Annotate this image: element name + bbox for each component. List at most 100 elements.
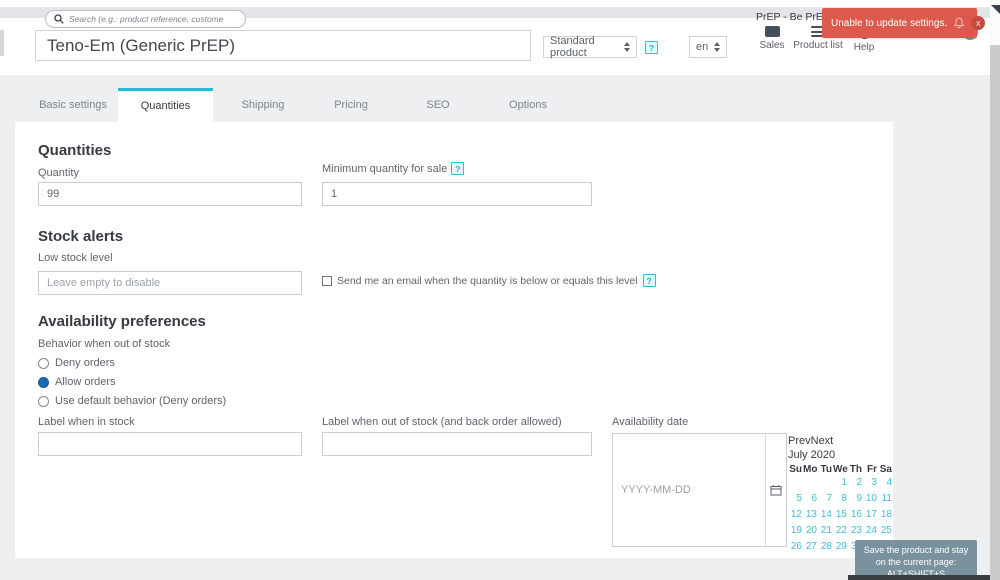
calendar-day[interactable]: 24 <box>863 523 878 539</box>
calendar-day[interactable]: 5 <box>788 491 803 507</box>
select-arrows-icon <box>714 42 720 52</box>
product-name-field[interactable]: Teno-Em (Generic PrEP) <box>35 30 531 61</box>
email-alert-checkbox[interactable] <box>322 275 332 286</box>
calendar-day[interactable]: 18 <box>878 507 893 523</box>
calendar-day[interactable]: 13 <box>803 507 818 523</box>
calendar-day[interactable]: 1 <box>833 475 848 491</box>
calendar-day-header: Th <box>849 464 862 475</box>
tab-basic-settings[interactable]: Basic settings <box>28 88 118 122</box>
toast-close-icon[interactable]: x <box>971 16 986 30</box>
tab-options[interactable]: Options <box>487 88 569 122</box>
calendar-day[interactable]: 2 <box>848 475 863 491</box>
quantity-input[interactable] <box>38 182 302 206</box>
calendar-day[interactable]: 27 <box>803 539 818 555</box>
datepicker-nav: PrevNext <box>788 435 895 447</box>
calendar-day[interactable]: 29 <box>833 539 848 555</box>
calendar-day[interactable]: 10 <box>863 491 878 507</box>
product-tabs: Basic settings Quantities Shipping Prici… <box>28 88 569 122</box>
calendar-day-header: Fr <box>867 464 877 475</box>
error-toast: Unable to update settings. x <box>822 8 986 38</box>
tab-quantities[interactable]: Quantities <box>118 88 213 122</box>
radio-label: Allow orders <box>55 376 116 388</box>
scrollbar-thumb[interactable] <box>990 45 1000 580</box>
calendar-day[interactable]: 14 <box>818 507 833 523</box>
radio-default-behavior[interactable]: Use default behavior (Deny orders) <box>38 395 226 407</box>
calendar-day[interactable]: 6 <box>803 491 818 507</box>
product-type-value: Standard product <box>550 35 595 59</box>
tab-pricing[interactable]: Pricing <box>315 88 387 122</box>
email-alert-checkbox-row[interactable]: Send me an email when the quantity is be… <box>322 274 656 287</box>
min-quantity-input[interactable] <box>322 182 592 206</box>
calendar-day[interactable]: 7 <box>818 491 833 507</box>
low-stock-label: Low stock level <box>38 252 113 264</box>
calendar-day[interactable]: 23 <box>848 523 863 539</box>
radio-button[interactable] <box>38 376 49 388</box>
section-title-quantities: Quantities <box>38 142 112 159</box>
calendar-day[interactable]: 19 <box>788 523 803 539</box>
radio-label: Use default behavior (Deny orders) <box>55 395 227 407</box>
tab-shipping[interactable]: Shipping <box>221 88 305 122</box>
calendar-day[interactable]: 21 <box>818 523 833 539</box>
availability-date-input[interactable]: YYYY-MM-DD <box>612 433 787 547</box>
nav-label: Sales <box>759 40 785 51</box>
in-stock-input[interactable] <box>38 432 302 456</box>
availability-date-placeholder: YYYY-MM-DD <box>621 484 691 496</box>
calendar-day[interactable]: 16 <box>848 507 863 523</box>
calendar-day[interactable]: 3 <box>863 475 878 491</box>
calendar-day-header: We <box>833 464 848 475</box>
search-placeholder: Search (e.g.: product reference, custome <box>69 14 224 24</box>
save-shortcut-tooltip: Save the product and stay on the current… <box>855 540 977 578</box>
calendar-day[interactable]: 12 <box>788 507 803 523</box>
email-alert-help-icon[interactable]: ? <box>642 274 656 287</box>
calendar-day[interactable]: 26 <box>788 539 803 555</box>
calendar-day[interactable]: 20 <box>803 523 818 539</box>
min-quantity-help-icon[interactable]: ? <box>451 162 465 175</box>
calendar-day[interactable]: 25 <box>878 523 893 539</box>
calendar-day-header: Tu <box>820 464 832 475</box>
radio-allow-orders[interactable]: Allow orders <box>38 376 116 388</box>
calendar-day-header: Mo <box>803 464 818 475</box>
tab-seo[interactable]: SEO <box>409 88 467 122</box>
scroll-corner-icon <box>991 5 1000 14</box>
datepicker-next-button[interactable]: Next <box>811 435 834 447</box>
calendar-day[interactable]: 8 <box>833 491 848 507</box>
page-scrollbar[interactable] <box>990 0 1000 580</box>
calendar-icon[interactable] <box>765 434 786 546</box>
low-stock-input[interactable] <box>38 271 302 295</box>
quantities-panel: Quantities Quantity Minimum quantity for… <box>15 122 893 558</box>
calendar-day[interactable]: 9 <box>848 491 863 507</box>
search-icon <box>54 14 64 24</box>
out-of-stock-input[interactable] <box>322 432 592 456</box>
global-search-input[interactable]: Search (e.g.: product reference, custome <box>45 10 246 28</box>
calendar-day-empty <box>818 475 833 491</box>
out-of-stock-label: Label when out of stock (and back order … <box>322 416 562 428</box>
calendar-day[interactable]: 11 <box>878 491 893 507</box>
datepicker-month-title: July 2020 <box>788 449 836 461</box>
footer-bar-fragment <box>848 575 1000 580</box>
calendar-day[interactable]: 17 <box>863 507 878 523</box>
sales-chart-icon <box>764 26 780 37</box>
calendar-day-header: Su <box>789 464 802 475</box>
section-title-stock-alerts: Stock alerts <box>38 228 124 245</box>
behavior-label: Behavior when out of stock <box>38 338 171 350</box>
radio-button[interactable] <box>38 395 49 407</box>
radio-button[interactable] <box>38 357 49 369</box>
bell-icon <box>953 17 965 29</box>
product-type-help-icon[interactable]: ? <box>645 41 658 54</box>
radio-deny-orders[interactable]: Deny orders <box>38 357 115 369</box>
section-title-availability: Availability preferences <box>38 313 206 330</box>
radio-label: Deny orders <box>55 357 115 369</box>
calendar-day[interactable]: 15 <box>833 507 848 523</box>
calendar-day[interactable]: 28 <box>818 539 833 555</box>
email-alert-label: Send me an email when the quantity is be… <box>337 274 638 287</box>
language-select[interactable]: en <box>689 36 727 58</box>
datepicker-panel: PrevNext July 2020 Su Mo Tu We Th Fr Sa 123456… <box>788 435 895 555</box>
calendar-day[interactable]: 4 <box>878 475 893 491</box>
calendar-day[interactable]: 22 <box>833 523 848 539</box>
language-value: en <box>696 41 709 53</box>
min-quantity-label-row: Minimum quantity for sale ? <box>322 162 465 175</box>
calendar-day-header: Sa <box>879 464 892 475</box>
datepicker-prev-button[interactable]: Prev <box>788 435 811 447</box>
product-type-select[interactable]: Standard product <box>543 35 637 59</box>
datepicker-day-headers: Su Mo Tu We Th Fr Sa <box>788 464 895 475</box>
